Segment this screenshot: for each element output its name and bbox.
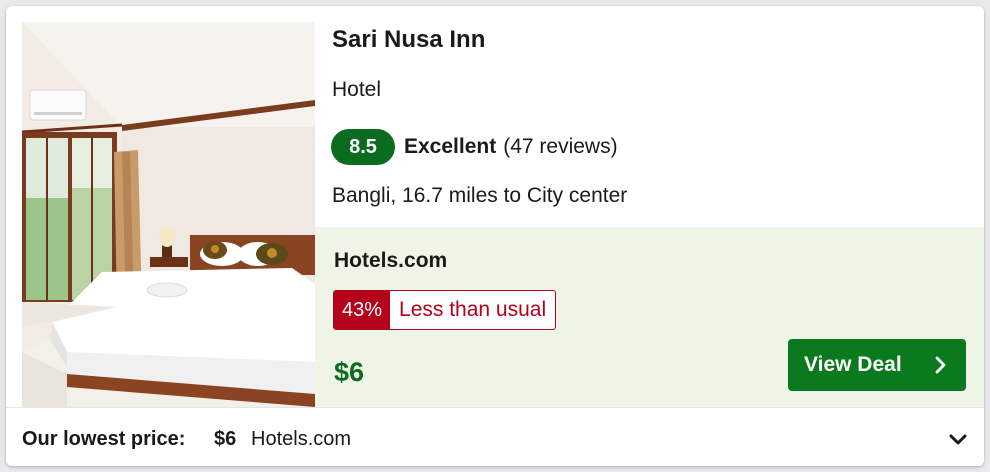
hotel-card[interactable]: Sari Nusa Inn Hotel 8.5 Excellent (47 re…	[6, 6, 984, 466]
view-deal-label: View Deal	[804, 353, 902, 376]
view-deal-button[interactable]: View Deal	[788, 339, 966, 391]
deal-price: $6	[334, 357, 365, 387]
lowest-price-value: $6	[214, 428, 237, 450]
rating-score-badge: 8.5	[331, 129, 395, 165]
lowest-price-footer[interactable]: Our lowest price: $6 Hotels.com	[6, 407, 984, 466]
hotel-photo[interactable]	[22, 22, 315, 407]
lowest-price-provider: Hotels.com	[251, 428, 352, 450]
discount-badge: 43% Less than usual	[333, 290, 557, 330]
rating-label: Excellent	[404, 135, 497, 158]
lowest-price-label: Our lowest price:	[22, 428, 186, 450]
hotel-name[interactable]: Sari Nusa Inn	[332, 26, 485, 54]
property-type: Hotel	[332, 78, 382, 101]
review-count: (47 reviews)	[503, 135, 618, 158]
discount-percent: 43%	[334, 291, 391, 329]
chevron-down-icon[interactable]	[946, 428, 970, 452]
discount-text: Less than usual	[399, 298, 547, 321]
deal-panel: Hotels.com 43% Less than usual $6 View D…	[315, 227, 984, 407]
hotel-location: Bangli, 16.7 miles to City center	[332, 184, 628, 207]
deal-provider: Hotels.com	[334, 249, 448, 272]
chevron-right-icon	[935, 356, 946, 374]
bedroom-image	[22, 22, 315, 407]
rating-row: 8.5 Excellent (47 reviews)	[331, 129, 618, 165]
